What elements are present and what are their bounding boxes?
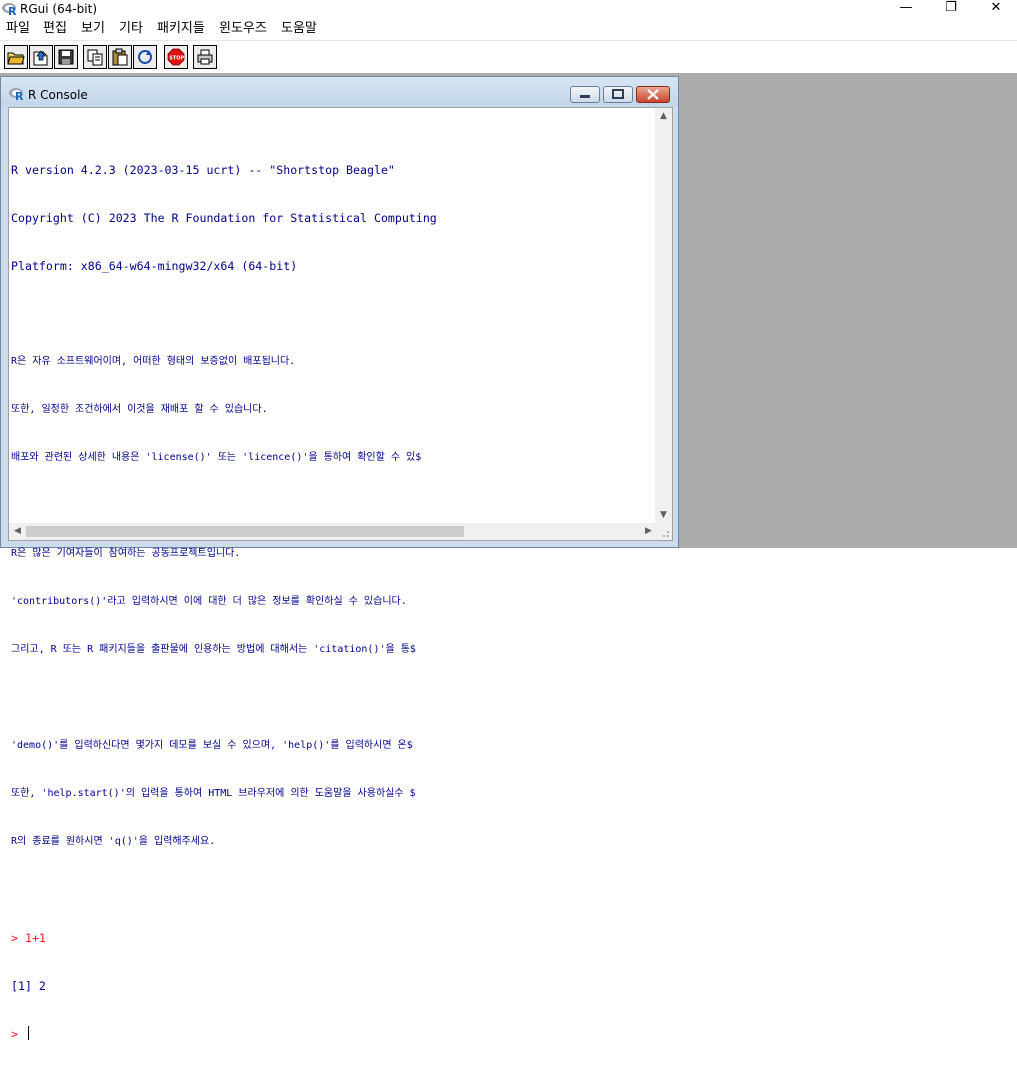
r-console-window: R R Console R version 4.2.3 (2023-03-15 …	[0, 76, 679, 1041]
menu-bar: 파일 편집 보기 기타 패키지들 윈도우즈 도움말	[0, 18, 1017, 40]
svg-text:STOP: STOP	[169, 55, 184, 61]
console-text-area[interactable]: R version 4.2.3 (2023-03-15 ucrt) -- "Sh…	[8, 107, 673, 1041]
menu-edit[interactable]: 편집	[43, 21, 67, 37]
stop-sign-icon: STOP	[167, 48, 185, 66]
console-line: Platform: x86_64-w64-mingw32/x64 (64-bit…	[11, 259, 298, 273]
result-line: [1] 2	[11, 979, 46, 993]
scroll-left-arrow-icon[interactable]: ◀	[9, 523, 26, 540]
load-workspace-icon	[33, 50, 48, 66]
console-line: 배포와 관련된 상세한 내용은 'license()' 또는 'licence(…	[11, 452, 422, 463]
paste-button[interactable]	[108, 45, 132, 69]
console-title-bar[interactable]: R R Console	[1, 77, 678, 107]
resize-grip-icon[interactable]	[655, 523, 672, 540]
restore-button[interactable]: ❐	[928, 0, 974, 18]
minimize-button[interactable]: —	[883, 0, 929, 18]
copy-paste-button[interactable]	[133, 45, 157, 69]
print-button[interactable]	[193, 45, 217, 69]
paste-clipboard-icon	[112, 48, 128, 66]
open-folder-icon	[7, 52, 25, 65]
console-line: R은 자유 소프트웨어이며, 어떠한 형태의 보증없이 배포됩니다.	[11, 356, 296, 367]
scroll-down-arrow-icon[interactable]: ▼	[655, 507, 672, 524]
close-button[interactable]: ✕	[973, 0, 1017, 18]
refresh-icon	[138, 50, 152, 64]
toolbar: STOP	[0, 40, 1017, 72]
printer-icon	[197, 49, 213, 65]
save-workspace-button[interactable]	[54, 45, 78, 69]
stop-button[interactable]: STOP	[164, 45, 188, 69]
console-close-button[interactable]	[636, 86, 670, 103]
input-command: 1+1	[24, 931, 46, 945]
console-line: 그리고, R 또는 R 패키지들을 출판물에 인용하는 방법에 대해서는 'ci…	[11, 644, 416, 655]
menu-file[interactable]: 파일	[6, 21, 30, 37]
console-line: 'demo()'를 입력하신다면 몇가지 데모를 보실 수 있으며, 'help…	[11, 740, 413, 751]
r-logo-icon: R	[2, 3, 17, 16]
copy-icon	[87, 49, 103, 66]
console-line: 또한, 일정한 조건하에서 이것을 재배포 할 수 있습니다.	[11, 404, 268, 415]
menu-view[interactable]: 보기	[81, 21, 105, 37]
console-title: R Console	[28, 88, 88, 102]
console-line: Copyright (C) 2023 The R Foundation for …	[11, 211, 437, 225]
svg-text:R: R	[15, 90, 24, 101]
console-line: R version 4.2.3 (2023-03-15 ucrt) -- "Sh…	[11, 163, 395, 177]
copy-button[interactable]	[83, 45, 107, 69]
svg-text:R: R	[8, 5, 17, 16]
r-console-icon: R	[9, 88, 24, 101]
horizontal-scrollbar[interactable]: ◀ ▶	[9, 523, 657, 540]
prompt-symbol: >	[11, 1027, 25, 1041]
console-line: 또한, 'help.start()'의 입력을 통하여 HTML 브라우저에 의…	[11, 788, 416, 799]
menu-misc[interactable]: 기타	[119, 21, 143, 37]
console-output: R version 4.2.3 (2023-03-15 ucrt) -- "Sh…	[11, 130, 656, 1074]
horizontal-scroll-thumb[interactable]	[26, 526, 464, 537]
text-cursor	[27, 1026, 29, 1040]
maximize-icon	[612, 89, 624, 99]
load-workspace-button[interactable]	[29, 45, 53, 69]
scroll-up-arrow-icon[interactable]: ▲	[655, 108, 672, 125]
prompt-symbol: >	[11, 931, 25, 945]
menu-help[interactable]: 도움말	[281, 21, 317, 37]
console-minimize-button[interactable]	[570, 86, 600, 103]
console-maximize-button[interactable]	[603, 86, 633, 103]
current-input-line[interactable]: >	[11, 1026, 656, 1042]
console-line: R은 많은 기여자들이 참여하는 공동프로젝트입니다.	[11, 548, 241, 559]
save-disk-icon	[58, 49, 74, 65]
close-icon	[647, 89, 659, 100]
menu-packages[interactable]: 패키지들	[157, 21, 205, 37]
vertical-scrollbar[interactable]: ▲ ▼	[655, 108, 672, 524]
main-title-bar: R RGui (64-bit) — ❐ ✕	[0, 0, 1017, 18]
input-line: > 1+1	[11, 930, 656, 946]
console-line: R의 종료를 원하시면 'q()'을 입력해주세요.	[11, 836, 216, 847]
minimize-icon	[580, 95, 590, 98]
open-script-button[interactable]	[4, 45, 28, 69]
console-line: 'contributors()'라고 입력하시면 이에 대한 더 많은 정보를 …	[11, 596, 407, 607]
window-title: RGui (64-bit)	[20, 2, 98, 16]
menu-windows[interactable]: 윈도우즈	[219, 21, 267, 37]
